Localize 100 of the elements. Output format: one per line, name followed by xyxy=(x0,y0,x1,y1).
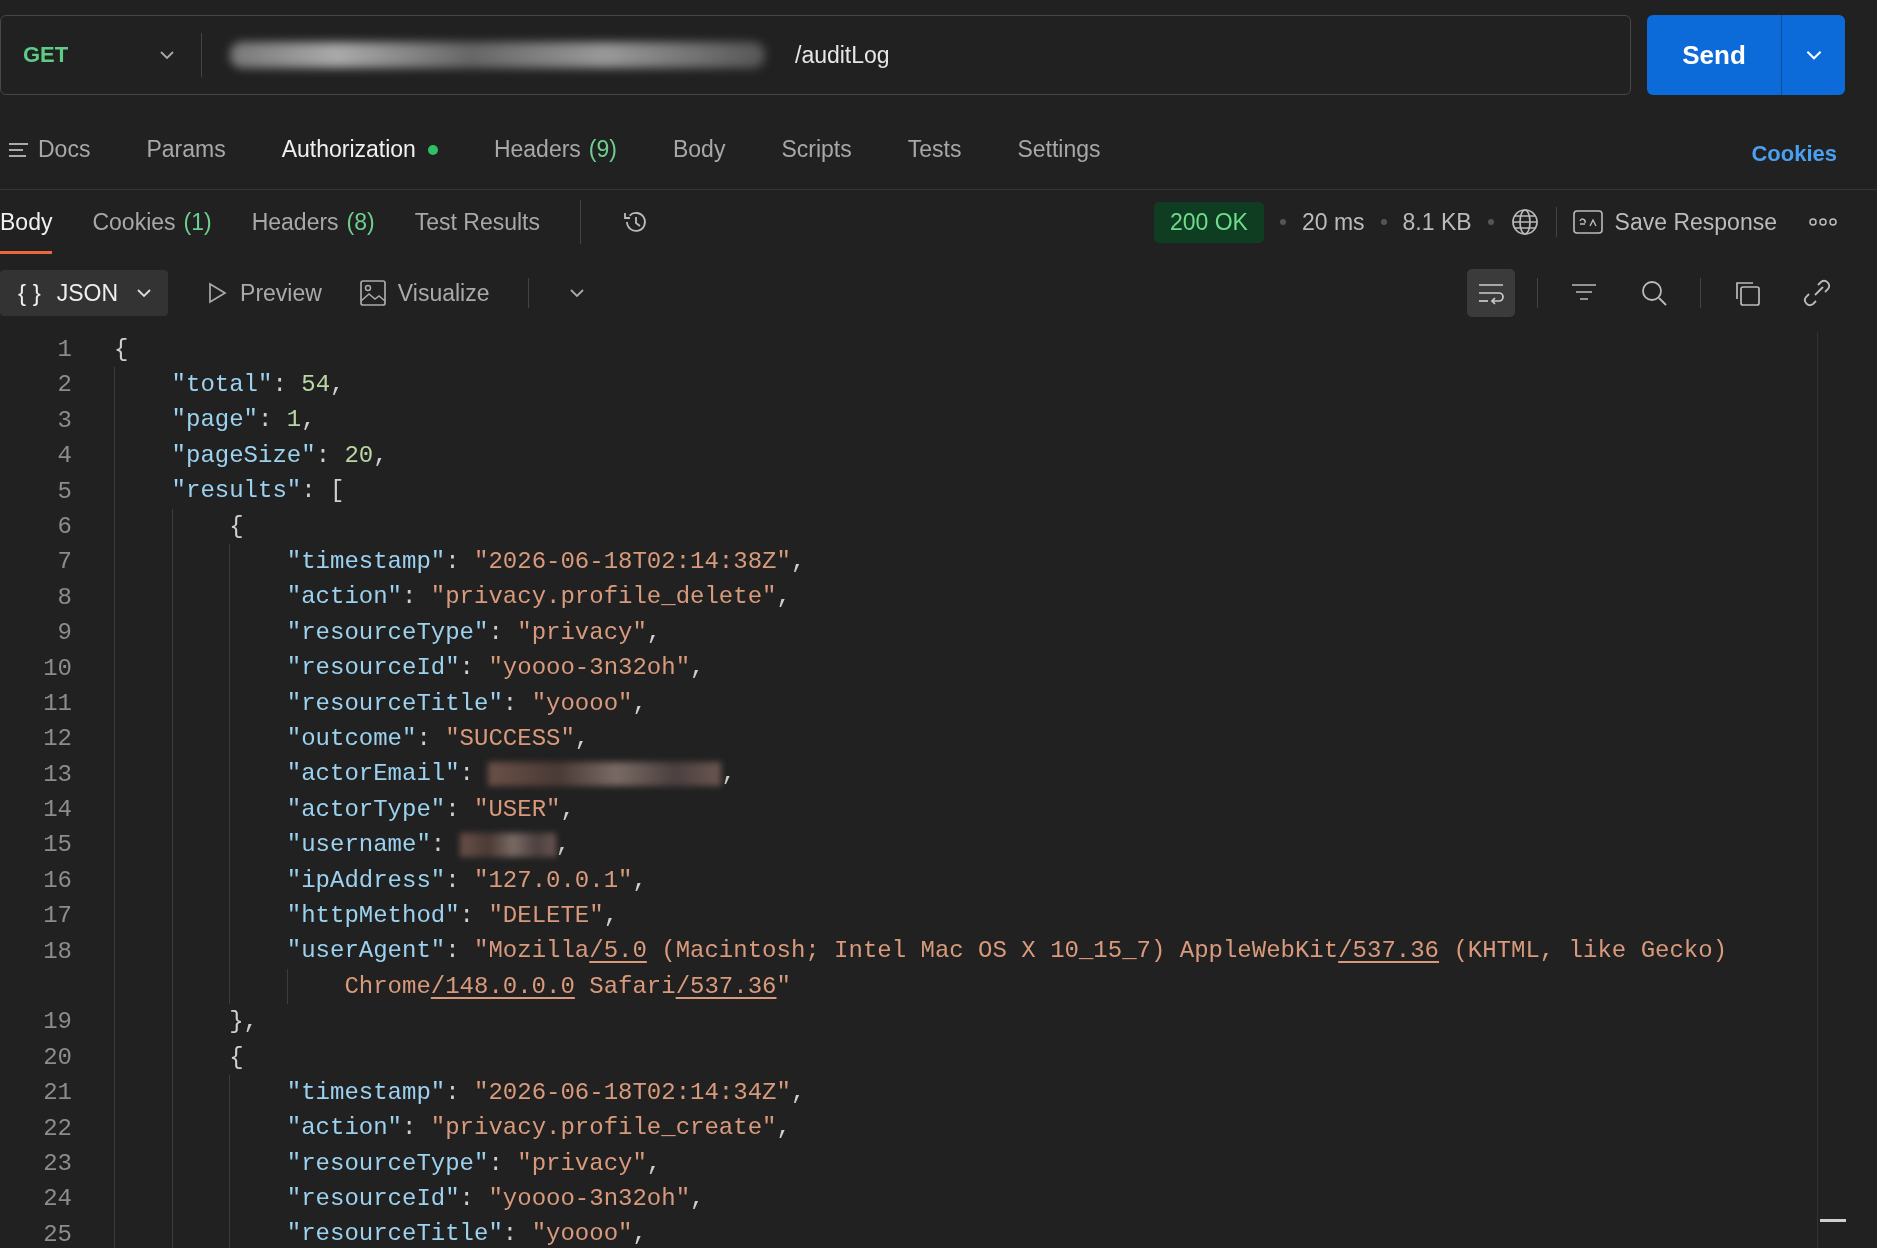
example-icon xyxy=(1572,210,1603,234)
more-icon[interactable] xyxy=(1809,218,1837,226)
json-key: "username" xyxy=(286,830,431,861)
response-time: 20 ms xyxy=(1301,208,1365,236)
json-key: "timestamp" xyxy=(286,1077,446,1108)
json-string: (Macintosh; Intel Mac OS X 10_15_7) AppleWebKit xyxy=(660,936,1339,967)
json-punctuation: , xyxy=(574,724,590,754)
json-string: "yoooo-3n32oh" xyxy=(488,1184,691,1215)
json-punctuation: , xyxy=(790,1077,806,1108)
line-number: 19 xyxy=(42,1007,72,1038)
json-link[interactable]: /537.36 xyxy=(1338,936,1439,967)
url-path[interactable]: /auditLog xyxy=(795,41,890,69)
json-punctuation: { xyxy=(229,511,244,542)
request-tab[interactable]: Settings xyxy=(1017,136,1101,163)
request-tab[interactable]: Authorization xyxy=(281,136,438,163)
json-key: "resourceTitle" xyxy=(286,688,503,719)
json-punctuation: : xyxy=(301,476,317,507)
json-punctuation: : xyxy=(258,405,274,436)
json-number: 20 xyxy=(344,440,374,471)
json-punctuation: : xyxy=(488,617,504,648)
response-tab[interactable]: Test Results xyxy=(414,190,540,254)
json-key: "resourceId" xyxy=(286,653,460,684)
line-number: 2 xyxy=(56,370,72,401)
response-tab[interactable]: Cookies (1) xyxy=(92,190,212,254)
json-punctuation: , xyxy=(373,440,388,471)
url-bar[interactable]: GET /auditLog xyxy=(0,15,1631,95)
json-punctuation: : xyxy=(315,440,332,471)
line-number: 18 xyxy=(42,936,72,967)
json-punctuation: : xyxy=(459,900,475,931)
json-key: "resourceType" xyxy=(286,1148,489,1179)
json-string: (KHTML, like Gecko) xyxy=(1452,936,1728,967)
line-number: 1 xyxy=(56,335,72,365)
format-dropdown[interactable]: { } JSON xyxy=(0,270,169,316)
json-punctuation: : xyxy=(430,830,447,861)
send-button[interactable]: Send xyxy=(1647,15,1781,95)
json-punctuation: : xyxy=(459,653,475,684)
json-key: "pageSize" xyxy=(171,440,316,471)
json-punctuation: : xyxy=(445,1077,461,1108)
json-key: "page" xyxy=(171,405,258,436)
json-string: "SUCCESS" xyxy=(445,724,575,754)
json-string: "privacy.profile_create" xyxy=(430,1113,777,1144)
json-string: "yoooo" xyxy=(531,1219,633,1248)
line-number: 16 xyxy=(42,865,72,896)
request-tab[interactable]: Params xyxy=(146,136,226,163)
json-punctuation: : xyxy=(459,1184,475,1215)
json-punctuation: : xyxy=(445,936,461,967)
json-key: "action" xyxy=(286,1113,402,1144)
request-tab[interactable]: Docs xyxy=(8,136,91,163)
line-number: 6 xyxy=(56,511,72,542)
json-punctuation: : xyxy=(445,547,461,578)
line-number: 11 xyxy=(42,688,72,719)
json-string: "2026-06-18T02:14:38Z" xyxy=(474,547,791,578)
request-tab[interactable]: Body xyxy=(672,136,726,163)
view-option[interactable]: Preview xyxy=(206,279,322,307)
line-number: 15 xyxy=(42,830,72,861)
json-punctuation: , xyxy=(632,688,647,719)
json-punctuation: , xyxy=(646,617,662,648)
json-punctuation: , xyxy=(243,1007,258,1038)
scrollbar-thumb[interactable] xyxy=(1820,1219,1846,1222)
json-punctuation: , xyxy=(776,1113,791,1144)
globe-icon[interactable] xyxy=(1509,207,1540,237)
save-response-button[interactable]: Save Response xyxy=(1572,208,1777,236)
cookies-link[interactable]: Cookies xyxy=(1751,118,1837,167)
json-number: 1 xyxy=(286,405,302,436)
line-number: 12 xyxy=(42,724,72,755)
line-number: 20 xyxy=(42,1042,72,1073)
json-string: "Mozilla xyxy=(474,936,590,967)
json-link[interactable]: /148.0.0.0 xyxy=(430,971,575,1002)
line-number: 7 xyxy=(56,547,72,578)
json-punctuation: , xyxy=(632,865,647,896)
json-link[interactable]: /537.36 xyxy=(675,971,777,1002)
request-tab[interactable]: Scripts xyxy=(781,136,852,163)
json-punctuation: { xyxy=(114,334,129,365)
line-number: 25 xyxy=(42,1219,72,1248)
json-punctuation: , xyxy=(301,405,316,436)
json-string: "privacy.profile_delete" xyxy=(430,582,777,613)
line-number: 14 xyxy=(42,795,72,826)
line-number: 23 xyxy=(42,1149,72,1179)
json-link[interactable]: /5.0 xyxy=(589,936,647,967)
response-tab[interactable]: Headers (8) xyxy=(251,190,375,254)
response-tab[interactable]: Body xyxy=(0,190,53,254)
json-punctuation: : xyxy=(402,582,418,613)
json-punctuation: : xyxy=(402,1113,418,1144)
status-badge: 200 OK xyxy=(1153,201,1264,243)
json-key: "httpMethod" xyxy=(286,900,460,931)
json-punctuation: : xyxy=(445,865,461,896)
image-icon xyxy=(359,280,386,306)
json-punctuation: , xyxy=(555,830,571,861)
view-option[interactable]: Visualize xyxy=(359,279,490,307)
json-punctuation: : xyxy=(459,759,475,790)
json-key: "ipAddress" xyxy=(286,865,446,896)
json-punctuation: : xyxy=(272,370,288,401)
line-number: 5 xyxy=(56,476,72,507)
json-key: "actorEmail" xyxy=(286,759,460,790)
request-tab[interactable]: Headers (9) xyxy=(493,136,617,163)
method-dropdown[interactable]: GET xyxy=(1,42,201,68)
request-tab[interactable]: Tests xyxy=(907,136,962,163)
json-string: "DELETE" xyxy=(488,900,604,931)
json-key: "actorType" xyxy=(286,794,446,825)
wrap-lines-icon[interactable] xyxy=(1467,269,1515,317)
